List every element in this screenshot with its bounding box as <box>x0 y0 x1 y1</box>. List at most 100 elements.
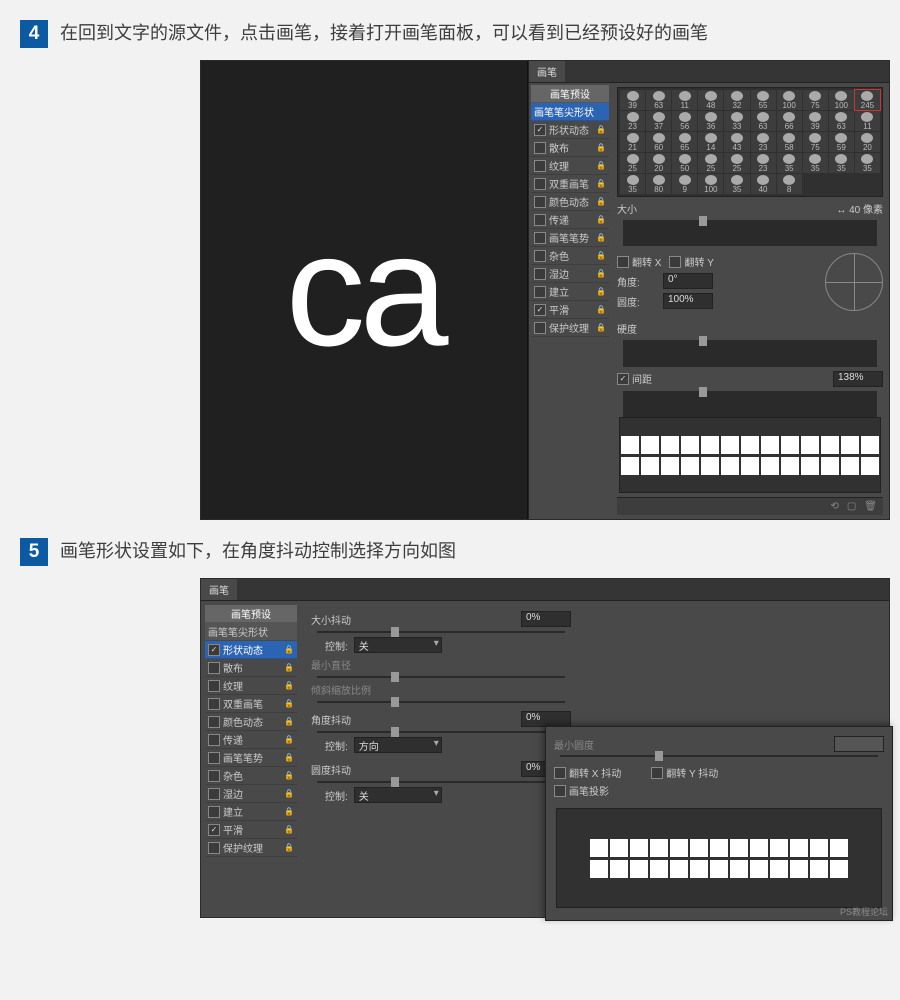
brush-preset-cell[interactable]: 245 <box>855 90 880 110</box>
checkbox[interactable] <box>534 124 546 136</box>
spacing-slider[interactable] <box>623 391 877 417</box>
sidebar-item-6[interactable]: 画笔笔势🔒 <box>205 749 297 767</box>
brush-preset-cell[interactable]: 100 <box>777 90 802 110</box>
brush-tab[interactable]: 画笔 <box>201 579 237 600</box>
checkbox[interactable] <box>534 268 546 280</box>
brush-preset-cell[interactable]: 43 <box>724 132 749 152</box>
checkbox[interactable] <box>534 232 546 244</box>
brush-preset-cell[interactable]: 75 <box>803 132 828 152</box>
checkbox[interactable] <box>208 824 220 836</box>
brush-preset-cell[interactable]: 36 <box>698 111 723 131</box>
brush-preset-cell[interactable]: 65 <box>672 132 697 152</box>
checkbox[interactable] <box>208 698 220 710</box>
size-control-dropdown[interactable]: 关 <box>354 637 442 653</box>
brush-preset-cell[interactable]: 75 <box>803 90 828 110</box>
sidebar-item-6[interactable]: 画笔笔势🔒 <box>531 229 609 247</box>
brush-preset-cell[interactable]: 23 <box>620 111 645 131</box>
sidebar-item-3[interactable]: 双重画笔🔒 <box>205 695 297 713</box>
checkbox[interactable] <box>208 842 220 854</box>
brush-tip-shape[interactable]: 画笔笔尖形状 <box>531 103 609 121</box>
brush-preset-cell[interactable]: 100 <box>829 90 854 110</box>
brush-preset-cell[interactable]: 66 <box>777 111 802 131</box>
sidebar-item-10[interactable]: 平滑🔒 <box>531 301 609 319</box>
brush-preset-cell[interactable]: 58 <box>777 132 802 152</box>
checkbox[interactable] <box>534 286 546 298</box>
brush-tip-shape[interactable]: 画笔笔尖形状 <box>205 623 297 641</box>
sidebar-item-7[interactable]: 杂色🔒 <box>531 247 609 265</box>
sidebar-item-1[interactable]: 散布🔒 <box>205 659 297 677</box>
size-jitter-slider[interactable] <box>317 631 565 633</box>
checkbox[interactable] <box>534 214 546 226</box>
brush-preset-cell[interactable]: 11 <box>672 90 697 110</box>
brush-tab[interactable]: 画笔 <box>529 61 565 82</box>
flip-y-checkbox[interactable] <box>669 256 681 268</box>
checkbox[interactable] <box>208 644 220 656</box>
brush-preset-grid[interactable]: 3963114832551007510024523375636336366396… <box>617 87 883 197</box>
checkbox[interactable] <box>534 304 546 316</box>
brush-preset-cell[interactable]: 14 <box>698 132 723 152</box>
toggle-icon[interactable]: ⟲ <box>830 501 838 512</box>
brush-preset-cell[interactable]: 35 <box>620 174 645 194</box>
sidebar-item-0[interactable]: 形状动态🔒 <box>531 121 609 139</box>
sidebar-item-9[interactable]: 建立🔒 <box>531 283 609 301</box>
checkbox[interactable] <box>534 250 546 262</box>
sidebar-item-4[interactable]: 颜色动态🔒 <box>531 193 609 211</box>
brush-preset-cell[interactable]: 23 <box>751 132 776 152</box>
angle-jitter-field[interactable]: 0% <box>521 711 571 727</box>
angle-jitter-slider[interactable] <box>317 731 565 733</box>
sidebar-item-10[interactable]: 平滑🔒 <box>205 821 297 839</box>
brush-preset-cell[interactable]: 60 <box>646 132 671 152</box>
flip-x-checkbox[interactable] <box>617 256 629 268</box>
brush-preset-cell[interactable]: 63 <box>646 90 671 110</box>
brush-preset-cell[interactable]: 35 <box>829 153 854 173</box>
brush-preset-cell[interactable]: 63 <box>829 111 854 131</box>
brush-preset-cell[interactable]: 35 <box>803 153 828 173</box>
angle-widget[interactable] <box>825 253 883 311</box>
spacing-field[interactable]: 138% <box>833 371 883 387</box>
brush-preset-cell[interactable]: 55 <box>751 90 776 110</box>
checkbox[interactable] <box>208 716 220 728</box>
checkbox[interactable] <box>208 734 220 746</box>
brush-preset-cell[interactable]: 9 <box>672 174 697 194</box>
sidebar-item-5[interactable]: 传递🔒 <box>531 211 609 229</box>
checkbox[interactable] <box>208 806 220 818</box>
brush-preset-cell[interactable]: 35 <box>855 153 880 173</box>
brush-preset-cell[interactable]: 33 <box>724 111 749 131</box>
checkbox[interactable] <box>208 770 220 782</box>
sidebar-item-3[interactable]: 双重画笔🔒 <box>531 175 609 193</box>
brush-preset-cell[interactable]: 32 <box>724 90 749 110</box>
min-round-field[interactable] <box>834 736 884 752</box>
checkbox[interactable] <box>534 178 546 190</box>
sidebar-item-9[interactable]: 建立🔒 <box>205 803 297 821</box>
brush-preset-cell[interactable]: 11 <box>855 111 880 131</box>
checkbox[interactable] <box>208 752 220 764</box>
checkbox[interactable] <box>208 662 220 674</box>
sidebar-item-5[interactable]: 传递🔒 <box>205 731 297 749</box>
checkbox[interactable] <box>208 680 220 692</box>
brush-presets-button[interactable]: 画笔预设 <box>531 85 609 103</box>
brush-preset-cell[interactable]: 63 <box>751 111 776 131</box>
brush-preset-cell[interactable]: 37 <box>646 111 671 131</box>
brush-preset-cell[interactable]: 39 <box>803 111 828 131</box>
brush-preset-cell[interactable]: 35 <box>777 153 802 173</box>
min-diameter-slider[interactable] <box>317 676 565 678</box>
sidebar-item-0[interactable]: 形状动态🔒 <box>205 641 297 659</box>
sidebar-item-11[interactable]: 保护纹理🔒 <box>205 839 297 857</box>
checkbox[interactable] <box>534 142 546 154</box>
trash-icon[interactable]: 🗑 <box>864 501 877 512</box>
checkbox[interactable] <box>534 322 546 334</box>
brush-preset-cell[interactable]: 40 <box>751 174 776 194</box>
sidebar-item-2[interactable]: 纹理🔒 <box>531 157 609 175</box>
size-jitter-field[interactable]: 0% <box>521 611 571 627</box>
sidebar-item-1[interactable]: 散布🔒 <box>531 139 609 157</box>
brush-preset-cell[interactable]: 20 <box>646 153 671 173</box>
brush-preset-cell[interactable]: 50 <box>672 153 697 173</box>
brush-projection-checkbox[interactable] <box>554 785 566 797</box>
brush-preset-cell[interactable]: 25 <box>698 153 723 173</box>
brush-preset-cell[interactable]: 59 <box>829 132 854 152</box>
brush-preset-cell[interactable]: 23 <box>751 153 776 173</box>
spacing-checkbox[interactable] <box>617 373 629 385</box>
brush-preset-cell[interactable]: 8 <box>777 174 802 194</box>
round-jitter-slider[interactable] <box>317 781 565 783</box>
brush-preset-cell[interactable]: 25 <box>724 153 749 173</box>
